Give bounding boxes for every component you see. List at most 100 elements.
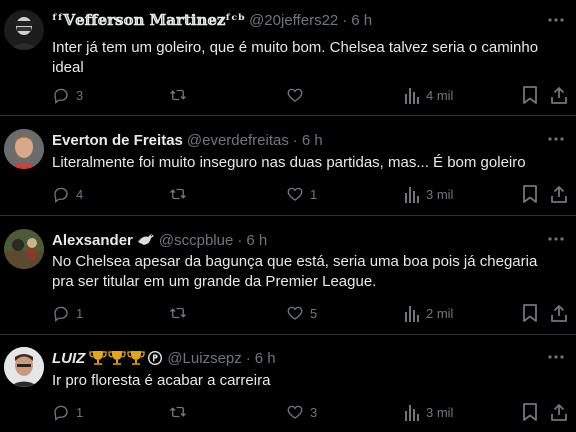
retweet-icon	[170, 307, 186, 319]
share-button[interactable]	[551, 303, 567, 323]
avatar[interactable]	[4, 347, 44, 387]
tweet[interactable]: LUIZ @Luizsepz · 6 h Ir pro floresta é a…	[0, 336, 576, 432]
timestamp[interactable]: 6 h	[246, 232, 267, 249]
reply-button[interactable]: 3	[52, 85, 83, 105]
share-icon	[551, 404, 567, 421]
author-name[interactable]: Everton de Freitas	[52, 132, 183, 149]
tweet-actions: 1 5 2 mil	[0, 303, 576, 323]
share-icon	[551, 186, 567, 203]
separator-dot: ·	[292, 131, 298, 149]
timestamp[interactable]: 6 h	[351, 12, 372, 29]
avatar[interactable]	[4, 129, 44, 169]
views-count: 3 mil	[426, 404, 454, 420]
reply-count: 3	[76, 87, 84, 103]
tweet-actions: 1 3 3 mil	[0, 402, 576, 422]
more-options-button[interactable]	[546, 129, 566, 149]
like-button[interactable]: 5	[286, 303, 317, 323]
bookmark-icon	[523, 304, 537, 322]
views-button[interactable]: 4 mil	[404, 85, 453, 105]
author-name[interactable]: ᶠᶠ𝕍𝕖𝕗𝕗𝕖𝕣𝕤𝕠𝕟 𝕄𝕒𝕣𝕥𝕚𝕟𝕖𝕫ᶠᶜᵇ	[52, 11, 245, 29]
author-name[interactable]: Alexsander	[52, 232, 133, 249]
like-count: 3	[310, 404, 318, 420]
reply-button[interactable]: 4	[52, 184, 83, 204]
tweet[interactable]: Alexsander @sccpblue · 6 h No Chelsea ap…	[0, 217, 576, 335]
tweet-header: Alexsander @sccpblue · 6 h	[52, 230, 267, 250]
more-options-button[interactable]	[546, 10, 566, 30]
retweet-button[interactable]	[168, 402, 194, 422]
bookmark-button[interactable]	[522, 402, 538, 422]
retweet-icon	[170, 89, 186, 101]
retweet-button[interactable]	[168, 85, 194, 105]
more-options-button[interactable]	[546, 229, 566, 249]
views-button[interactable]: 2 mil	[404, 303, 453, 323]
retweet-icon	[170, 188, 186, 200]
more-options-button[interactable]	[546, 347, 566, 367]
share-icon	[551, 87, 567, 104]
share-icon	[551, 305, 567, 322]
more-icon	[548, 237, 564, 241]
retweet-button[interactable]	[168, 303, 194, 323]
author-handle[interactable]: @everdefreitas	[187, 132, 289, 149]
analytics-icon	[405, 405, 419, 421]
author-handle[interactable]: @Luizsepz	[167, 350, 241, 367]
author-handle[interactable]: @sccpblue	[159, 232, 233, 249]
reply-count: 1	[76, 305, 84, 321]
like-button[interactable]: 1	[286, 184, 317, 204]
analytics-icon	[405, 187, 419, 203]
share-button[interactable]	[551, 184, 567, 204]
heart-icon	[287, 187, 303, 201]
reply-icon	[54, 405, 68, 421]
tweet[interactable]: ᶠᶠ𝕍𝕖𝕗𝕗𝕖𝕣𝕤𝕠𝕟 𝕄𝕒𝕣𝕥𝕚𝕟𝕖𝕫ᶠᶜᵇ @20jeffers22 · 6…	[0, 0, 576, 116]
views-count: 4 mil	[426, 87, 454, 103]
tweet-text: No Chelsea apesar da bagunça que está, s…	[52, 253, 538, 290]
bookmark-icon	[523, 185, 537, 203]
bookmark-icon	[523, 403, 537, 421]
retweet-button[interactable]	[168, 184, 194, 204]
reply-count: 1	[76, 404, 84, 420]
reply-count: 4	[76, 186, 84, 202]
bookmark-button[interactable]	[522, 184, 538, 204]
views-button[interactable]: 3 mil	[404, 184, 453, 204]
timestamp[interactable]: 6 h	[255, 350, 276, 367]
reply-icon	[54, 88, 68, 104]
avatar[interactable]	[4, 10, 44, 50]
like-count: 1	[310, 186, 318, 202]
like-button[interactable]	[286, 85, 310, 105]
views-count: 2 mil	[426, 305, 454, 321]
analytics-icon	[405, 88, 419, 104]
timestamp[interactable]: 6 h	[302, 132, 323, 149]
author-handle[interactable]: @20jeffers22	[249, 12, 338, 29]
eagle-emoji-icon	[137, 232, 155, 248]
reply-button[interactable]: 1	[52, 402, 83, 422]
heart-icon	[287, 405, 303, 419]
tweet[interactable]: Everton de Freitas @everdefreitas · 6 h …	[0, 117, 576, 216]
separator-dot: ·	[342, 11, 348, 29]
tweet-header: Everton de Freitas @everdefreitas · 6 h	[52, 130, 323, 150]
tweet-header: LUIZ @Luizsepz · 6 h	[52, 348, 276, 368]
author-name[interactable]: LUIZ	[52, 350, 85, 367]
trophy-icon	[127, 350, 145, 366]
views-button[interactable]: 3 mil	[404, 402, 453, 422]
more-icon	[548, 18, 564, 22]
heart-icon	[287, 306, 303, 320]
heart-icon	[287, 88, 303, 102]
separator-dot: ·	[245, 349, 251, 367]
tweet-text: Inter já tem um goleiro, que é muito bom…	[52, 39, 539, 76]
avatar[interactable]	[4, 229, 44, 269]
trophy-icon	[108, 350, 126, 366]
share-button[interactable]	[551, 85, 567, 105]
tweet-actions: 3 4 mil	[0, 85, 576, 105]
share-button[interactable]	[551, 402, 567, 422]
like-button[interactable]: 3	[286, 402, 317, 422]
more-icon	[548, 355, 564, 359]
bookmark-icon	[523, 86, 537, 104]
reply-feed: ᶠᶠ𝕍𝕖𝕗𝕗𝕖𝕣𝕤𝕠𝕟 𝕄𝕒𝕣𝕥𝕚𝕟𝕖𝕫ᶠᶜᵇ @20jeffers22 · 6…	[0, 0, 576, 432]
bookmark-button[interactable]	[522, 303, 538, 323]
retweet-icon	[170, 406, 186, 418]
bookmark-button[interactable]	[522, 85, 538, 105]
analytics-icon	[405, 306, 419, 322]
reply-button[interactable]: 1	[52, 303, 83, 323]
circled-p-icon	[147, 350, 163, 366]
tweet-actions: 4 1 3 mil	[0, 184, 576, 204]
like-count: 5	[310, 305, 318, 321]
